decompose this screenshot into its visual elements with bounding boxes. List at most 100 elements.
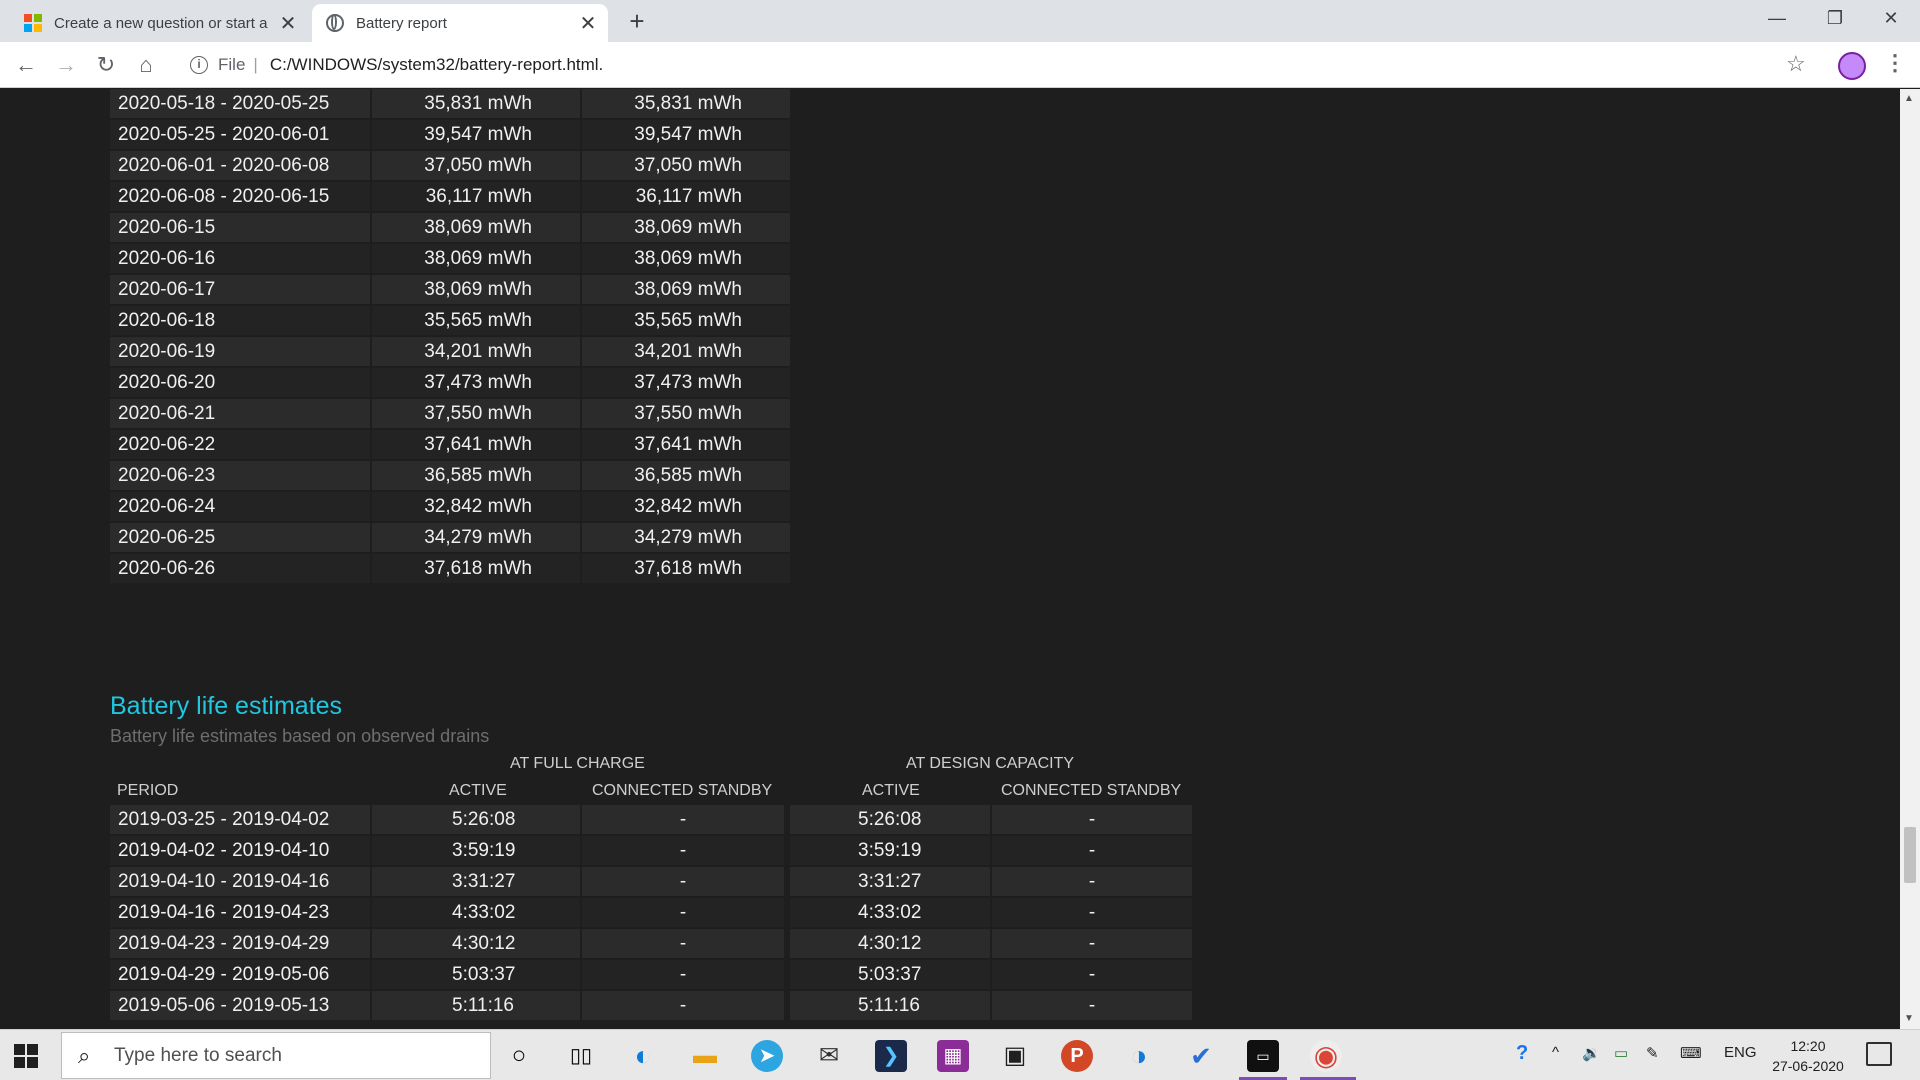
tab-close-icon[interactable]: ✕ [274, 11, 302, 36]
back-button[interactable]: ← [10, 49, 42, 81]
design-capacity-cell: 37,550 mWh [582, 399, 790, 428]
table-row: 2020-06-17 38,069 mWh 38,069 mWh [110, 275, 790, 304]
connected-standby-cell: - [582, 929, 784, 958]
windows-start-icon[interactable] [14, 1044, 38, 1068]
header-design-active: ACTIVE [862, 782, 920, 799]
period-cell: 2020-06-25 [110, 523, 370, 552]
powerpoint-icon[interactable]: P [1061, 1040, 1093, 1072]
full-charge-capacity-cell: 37,473 mWh [372, 368, 580, 397]
address-bar[interactable]: i File | C:/WINDOWS/system32/battery-rep… [176, 48, 1816, 82]
design-capacity-cell: 38,069 mWh [582, 275, 790, 304]
maximize-button[interactable]: ❐ [1806, 0, 1864, 36]
battery-life-table: 2019-03-25 - 2019-04-02 5:26:08-5:26:08-2… [108, 803, 1194, 1022]
windows-taskbar: ⌕ Type here to search ○ ▯▯ ◐ ▬ ➤ ✉ ❯ ▦ ▣… [0, 1029, 1920, 1080]
tab-battery-report[interactable]: Battery report ✕ [312, 4, 608, 42]
design-capacity-cell: 37,050 mWh [582, 151, 790, 180]
design-connected-standby-cell: - [992, 836, 1192, 865]
design-connected-standby-cell: - [992, 805, 1192, 834]
table-row: 2019-04-10 - 2019-04-16 3:31:27-3:31:27- [110, 867, 1192, 896]
forward-button[interactable]: → [50, 49, 82, 81]
info-icon[interactable]: i [190, 56, 208, 74]
edge-beta-icon[interactable]: ◑ [1123, 1040, 1155, 1072]
full-charge-capacity-cell: 37,641 mWh [372, 430, 580, 459]
keyboard-icon[interactable]: ⌨ [1680, 1044, 1702, 1062]
design-connected-standby-cell: - [992, 929, 1192, 958]
design-capacity-cell: 35,565 mWh [582, 306, 790, 335]
design-capacity-cell: 32,842 mWh [582, 492, 790, 521]
file-explorer-icon[interactable]: ▬ [689, 1040, 721, 1072]
column-gap [786, 836, 788, 865]
column-gap [786, 960, 788, 989]
design-connected-standby-cell: - [992, 960, 1192, 989]
period-cell: 2020-06-16 [110, 244, 370, 273]
design-capacity-cell: 36,117 mWh [582, 182, 790, 211]
telegram-icon[interactable]: ➤ [751, 1040, 783, 1072]
table-row: 2020-06-19 34,201 mWh 34,201 mWh [110, 337, 790, 366]
browser-menu-icon[interactable]: ⋮ [1884, 50, 1906, 76]
design-connected-standby-cell: - [992, 898, 1192, 927]
header-period: PERIOD [117, 782, 179, 799]
new-tab-button[interactable]: + [622, 6, 652, 36]
table-row: 2020-06-08 - 2020-06-15 36,117 mWh 36,117 … [110, 182, 790, 211]
command-prompt-icon[interactable]: ▭ [1247, 1040, 1279, 1072]
search-icon: ⌕ [78, 1042, 91, 1068]
minimize-button[interactable]: — [1748, 0, 1806, 36]
taskbar-search-box[interactable]: ⌕ Type here to search [61, 1032, 491, 1079]
design-active-cell: 4:33:02 [790, 898, 990, 927]
bookmark-star-icon[interactable]: ☆ [1786, 51, 1806, 77]
battery-icon[interactable]: ▭ [1614, 1044, 1628, 1062]
tab-question[interactable]: Create a new question or start a ✕ [12, 4, 308, 42]
browser-toolbar: ← → ↻ ⌂ i File | C:/WINDOWS/system32/bat… [0, 42, 1920, 88]
help-icon[interactable]: ? [1516, 1042, 1528, 1065]
tab-close-icon[interactable]: ✕ [574, 11, 602, 36]
powershell-icon[interactable]: ❯ [875, 1040, 907, 1072]
full-charge-capacity-cell: 36,585 mWh [372, 461, 580, 490]
design-capacity-cell: 35,831 mWh [582, 89, 790, 118]
period-cell: 2019-04-29 - 2019-05-06 [110, 960, 370, 989]
home-button[interactable]: ⌂ [130, 49, 162, 81]
capacity-history-table: 2020-05-18 - 2020-05-25 35,831 mWh 35,831 … [108, 89, 792, 585]
onenote-icon[interactable]: ▦ [937, 1040, 969, 1072]
close-window-button[interactable]: ✕ [1862, 0, 1920, 36]
notification-center-icon[interactable] [1866, 1042, 1892, 1066]
mail-icon[interactable]: ✉ [813, 1040, 845, 1072]
table-row: 2020-06-26 37,618 mWh 37,618 mWh [110, 554, 790, 583]
profile-avatar[interactable] [1838, 52, 1866, 80]
period-cell: 2020-05-25 - 2020-06-01 [110, 120, 370, 149]
design-capacity-cell: 37,473 mWh [582, 368, 790, 397]
table-row: 2019-05-06 - 2019-05-13 5:11:16-5:11:16- [110, 991, 1192, 1020]
store-icon[interactable]: ▣ [999, 1040, 1031, 1072]
design-capacity-cell: 38,069 mWh [582, 244, 790, 273]
full-charge-capacity-cell: 39,547 mWh [372, 120, 580, 149]
scrollbar-thumb[interactable] [1904, 827, 1916, 883]
scroll-up-icon[interactable]: ▲ [1904, 93, 1914, 104]
design-active-cell: 5:11:16 [790, 991, 990, 1020]
header-connected-standby: CONNECTED STANDBY [592, 782, 773, 799]
period-cell: 2019-05-06 - 2019-05-13 [110, 991, 370, 1020]
period-cell: 2020-06-24 [110, 492, 370, 521]
connected-standby-cell: - [582, 867, 784, 896]
vertical-scrollbar[interactable]: ▲ ▼ [1900, 89, 1920, 1029]
active-cell: 5:03:37 [372, 960, 580, 989]
taskbar-clock[interactable]: 12:20 27-06-2020 [1760, 1036, 1856, 1076]
cortana-icon[interactable]: ○ [503, 1040, 535, 1072]
edge-icon[interactable]: ◐ [627, 1040, 659, 1072]
reload-button[interactable]: ↻ [90, 49, 122, 81]
chrome-icon[interactable]: ◉ [1310, 1040, 1342, 1072]
design-active-cell: 4:30:12 [790, 929, 990, 958]
column-gap [786, 991, 788, 1020]
volume-icon[interactable]: 🔉 [1582, 1044, 1601, 1062]
chevron-up-icon[interactable]: ^ [1552, 1044, 1559, 1061]
header-at-full-charge: AT FULL CHARGE [510, 755, 645, 772]
task-view-icon[interactable]: ▯▯ [565, 1040, 597, 1072]
period-cell: 2019-03-25 - 2019-04-02 [110, 805, 370, 834]
language-indicator[interactable]: ENG [1724, 1044, 1757, 1061]
pen-icon[interactable]: ✎ [1646, 1044, 1659, 1062]
todo-icon[interactable]: ✔ [1185, 1040, 1217, 1072]
table-row: 2020-06-20 37,473 mWh 37,473 mWh [110, 368, 790, 397]
connected-standby-cell: - [582, 898, 784, 927]
url-text[interactable]: C:/WINDOWS/system32/battery-report.html. [270, 55, 603, 75]
table-row: 2020-06-15 38,069 mWh 38,069 mWh [110, 213, 790, 242]
connected-standby-cell: - [582, 991, 784, 1020]
scroll-down-icon[interactable]: ▼ [1904, 1013, 1914, 1024]
